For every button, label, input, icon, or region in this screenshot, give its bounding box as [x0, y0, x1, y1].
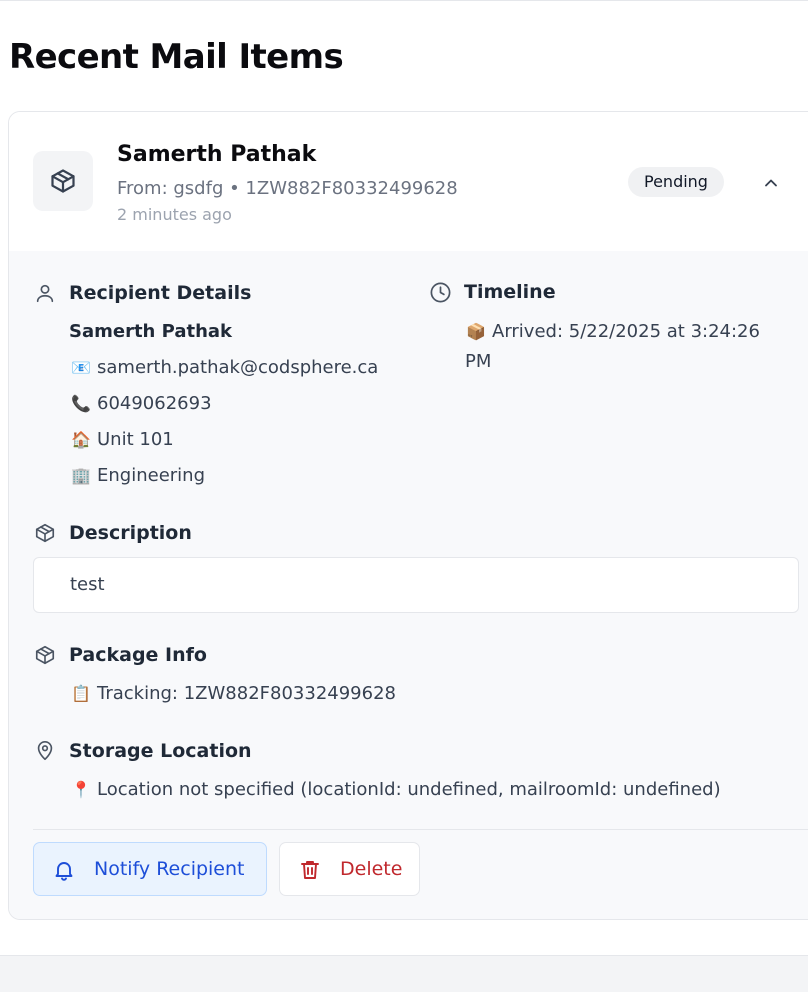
storage-location-label: Storage Location	[69, 740, 252, 762]
description-text: test	[33, 557, 799, 613]
recipient-email: 📧 samerth.pathak@codsphere.ca	[71, 357, 378, 378]
phone-icon: 📞	[71, 394, 91, 413]
recipient-unit-text: Unit 101	[97, 429, 174, 450]
delete-label: Delete	[340, 858, 403, 880]
email-icon: 📧	[71, 358, 91, 377]
actions-divider	[33, 829, 808, 830]
sender-tracking: From: gsdfg • 1ZW882F80332499628	[117, 178, 458, 199]
storage-location-heading: Storage Location	[33, 737, 433, 765]
timeline-label: Timeline	[464, 281, 556, 303]
recipient-details-heading: Recipient Details	[33, 279, 393, 307]
mail-item-card: Samerth Pathak From: gsdfg • 1ZW882F8033…	[8, 111, 808, 920]
map-pin-icon	[33, 739, 57, 763]
package-info-heading: Package Info	[33, 641, 393, 669]
recipient-department: 🏢 Engineering	[71, 465, 205, 486]
status-badge: Pending	[628, 167, 724, 197]
tracking-number: 📋 Tracking: 1ZW882F80332499628	[71, 683, 396, 704]
package-icon	[33, 521, 57, 545]
recipient-details-label: Recipient Details	[69, 282, 252, 304]
package-icon	[33, 643, 57, 667]
trash-icon	[298, 858, 322, 882]
received-time: 2 minutes ago	[117, 205, 232, 224]
arrived-text-line2: PM	[465, 351, 492, 372]
package-info-label: Package Info	[69, 644, 207, 666]
notify-recipient-label: Notify Recipient	[94, 858, 245, 880]
tracking-text: Tracking: 1ZW882F80332499628	[97, 683, 396, 704]
package-icon	[33, 151, 93, 211]
mail-items-page: Recent Mail Items Samerth Pathak From: g…	[0, 0, 808, 956]
recipient-detail-name: Samerth Pathak	[69, 321, 233, 342]
bell-icon	[52, 858, 76, 882]
house-icon: 🏠	[71, 430, 91, 449]
arrived-text-line1: Arrived: 5/22/2025 at 3:24:26	[492, 321, 760, 342]
page-title: Recent Mail Items	[9, 37, 344, 77]
recipient-phone-text: 6049062693	[97, 393, 212, 414]
description-label: Description	[69, 522, 192, 544]
round-pushpin-icon: 📍	[71, 780, 91, 799]
recipient-unit: 🏠 Unit 101	[71, 429, 174, 450]
mail-item-details: Recipient Details Samerth Pathak 📧 samert…	[9, 251, 808, 919]
clock-icon	[428, 280, 452, 304]
timeline-heading: Timeline	[428, 278, 788, 306]
delete-button[interactable]: Delete	[279, 842, 420, 896]
office-building-icon: 🏢	[71, 466, 91, 485]
notify-recipient-button[interactable]: Notify Recipient	[33, 842, 267, 896]
package-emoji-icon: 📦	[466, 322, 486, 341]
recipient-name: Samerth Pathak	[117, 142, 317, 167]
user-icon	[33, 281, 57, 305]
description-heading: Description	[33, 519, 393, 547]
arrived-timestamp: 📦 Arrived: 5/22/2025 at 3:24:26	[466, 321, 760, 342]
recipient-department-text: Engineering	[97, 465, 205, 486]
chevron-up-icon[interactable]	[757, 169, 785, 197]
storage-location-value: 📍 Location not specified (locationId: und…	[71, 779, 721, 800]
storage-location-text: Location not specified (locationId: unde…	[97, 779, 721, 800]
mail-item-header[interactable]: Samerth Pathak From: gsdfg • 1ZW882F8033…	[9, 112, 808, 252]
clipboard-icon: 📋	[71, 684, 91, 703]
recipient-phone: 📞 6049062693	[71, 393, 212, 414]
recipient-email-text: samerth.pathak@codsphere.ca	[97, 357, 379, 378]
